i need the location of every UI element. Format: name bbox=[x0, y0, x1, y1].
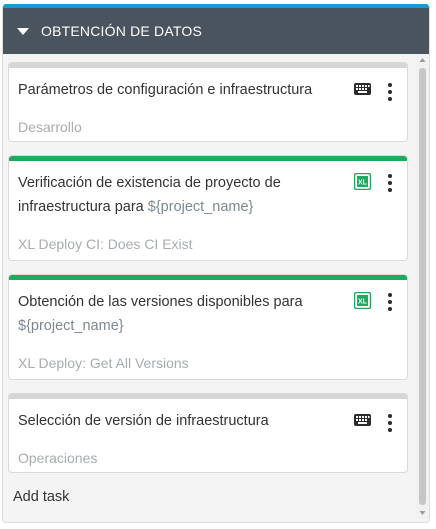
keyboard-icon bbox=[354, 83, 371, 95]
task-card[interactable]: Verificación de existencia de proyecto d… bbox=[8, 155, 408, 261]
xl-deploy-icon: XL bbox=[354, 292, 371, 309]
xl-deploy-icon: XL bbox=[354, 173, 371, 190]
task-title: Verificación de existencia de proyecto d… bbox=[18, 175, 281, 215]
task-title: Obtención de las versiones disponibles p… bbox=[18, 294, 303, 334]
svg-text:XL: XL bbox=[358, 299, 368, 306]
phase-panel: OBTENCIÓN DE DATOS Parámetros de configu… bbox=[2, 4, 430, 523]
task-subtitle: XL Deploy: Get All Versions bbox=[18, 355, 189, 371]
task-menu-icon[interactable] bbox=[387, 293, 393, 313]
keyboard-icon bbox=[354, 414, 371, 426]
task-subtitle: Operaciones bbox=[18, 450, 98, 466]
task-menu-icon[interactable] bbox=[387, 414, 393, 434]
caret-down-icon[interactable] bbox=[17, 27, 29, 35]
task-subtitle: Desarrollo bbox=[18, 119, 82, 135]
task-title: Parámetros de configuración e infraestru… bbox=[18, 82, 313, 98]
task-status-bar bbox=[9, 394, 407, 399]
add-task-button[interactable]: Add task bbox=[13, 489, 69, 505]
task-card[interactable]: Obtención de las versiones disponibles p… bbox=[8, 274, 408, 380]
task-card[interactable]: Selección de versión de infraestructura … bbox=[8, 393, 408, 473]
task-menu-icon[interactable] bbox=[387, 83, 393, 103]
task-subtitle: XL Deploy CI: Does CI Exist bbox=[18, 236, 193, 252]
section-header[interactable]: OBTENCIÓN DE DATOS bbox=[3, 4, 429, 54]
task-card[interactable]: Parámetros de configuración e infraestru… bbox=[8, 62, 408, 142]
svg-text:XL: XL bbox=[358, 180, 368, 187]
vertical-scrollbar[interactable] bbox=[416, 54, 429, 519]
task-status-bar bbox=[9, 156, 407, 161]
task-status-bar bbox=[9, 63, 407, 68]
task-status-bar bbox=[9, 275, 407, 280]
task-title: Selección de versión de infraestructura bbox=[18, 413, 269, 429]
section-title: OBTENCIÓN DE DATOS bbox=[41, 23, 202, 39]
task-menu-icon[interactable] bbox=[387, 174, 393, 194]
